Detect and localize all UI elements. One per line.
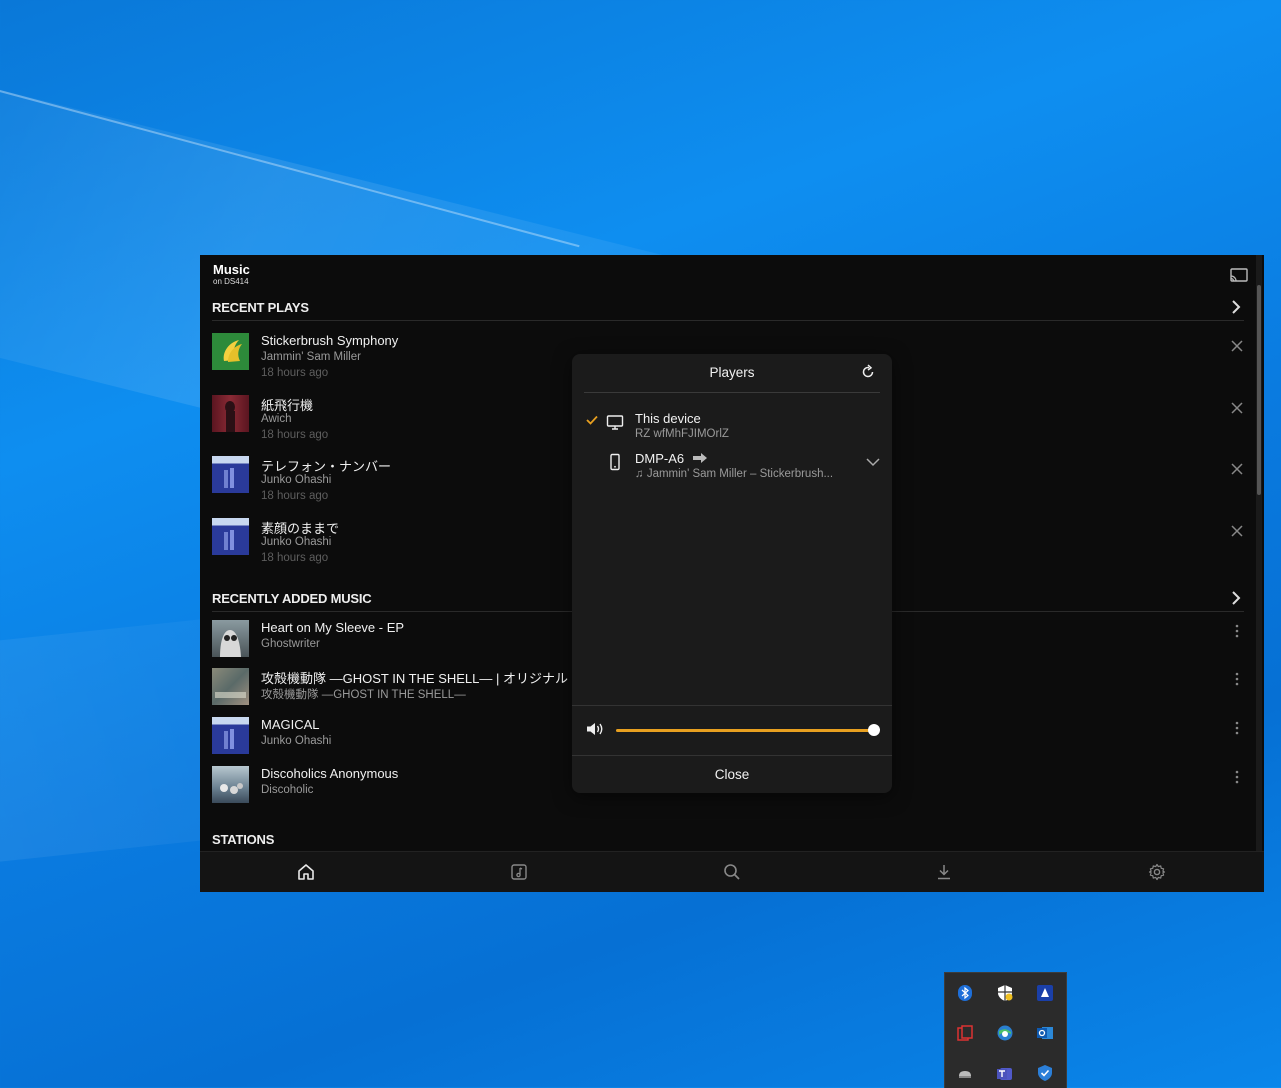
track-title: Stickerbrush Symphony (261, 333, 399, 348)
defender-icon[interactable] (1036, 1064, 1054, 1082)
recently-added-title: RECENTLY ADDED MUSIC (212, 591, 372, 606)
app-subtitle: on DS414 (213, 277, 249, 286)
chevron-right-icon[interactable] (1228, 589, 1244, 607)
album-title: Heart on My Sleeve - EP (261, 620, 405, 635)
track-artist: Jammin' Sam Miller (261, 351, 361, 363)
track-artist: Junko Ohashi (261, 474, 332, 486)
played-time: 18 hours ago (261, 429, 329, 441)
album-artist: Ghostwriter (261, 638, 320, 650)
track-artist: Awich (261, 413, 292, 425)
album-art (212, 518, 249, 555)
stations-header: STATIONS (212, 832, 1244, 853)
track-title: テレフォン・ナンバー (261, 459, 392, 474)
now-playing-text: ♫ Jammin' Sam Miller – Stickerbrush... (635, 468, 834, 480)
device-name-text: DMP-A6 (635, 451, 685, 466)
album-art (212, 717, 249, 754)
device-name: This device (635, 411, 701, 426)
settings-icon[interactable] (1147, 862, 1167, 882)
album-art (212, 395, 249, 432)
device-name: DMP-A6 (635, 451, 708, 466)
album-artist: Junko Ohashi (261, 735, 332, 747)
stations-title: STATIONS (212, 832, 275, 847)
security-shield-icon[interactable] (996, 984, 1014, 1002)
album-title: MAGICAL (261, 717, 320, 732)
network-drive-icon[interactable] (956, 1064, 974, 1082)
chevron-down-icon[interactable] (866, 457, 880, 467)
player-device-this-device[interactable]: This device RZ wfMhFJIMOrlZ (572, 409, 892, 445)
more-options-icon[interactable] (1234, 622, 1240, 640)
close-button[interactable]: Close (572, 767, 892, 782)
album-art (212, 333, 249, 370)
player-device-dmp-a6[interactable]: DMP-A6 ♫ Jammin' Sam Miller – Stickerbru… (572, 449, 892, 485)
recent-plays-header: RECENT PLAYS (212, 300, 1244, 321)
album-art (212, 766, 249, 803)
device-id: RZ wfMhFJIMOrlZ (635, 428, 729, 440)
volume-slider-knob[interactable] (868, 724, 880, 736)
divider (584, 392, 880, 393)
more-options-icon[interactable] (1234, 768, 1240, 786)
bluetooth-icon[interactable] (956, 984, 974, 1002)
album-title: Discoholics Anonymous (261, 766, 399, 781)
chevron-right-icon[interactable] (1228, 298, 1244, 316)
download-icon[interactable] (934, 862, 954, 882)
teams-icon[interactable] (996, 1064, 1014, 1082)
search-icon[interactable] (722, 862, 742, 882)
cast-icon[interactable] (1230, 267, 1248, 283)
divider (572, 705, 892, 706)
album-title: 攻殻機動隊 ―GHOST IN THE SHELL― | オリジナル (261, 671, 568, 686)
monitor-icon (606, 415, 624, 430)
airplay-arrow-icon (692, 453, 707, 463)
album-art (212, 668, 249, 705)
bottom-navigation (200, 851, 1264, 892)
album-artist: 攻殻機動隊 ―GHOST IN THE SHELL― (261, 689, 466, 701)
track-title: 素顔のままで (261, 521, 340, 536)
players-dialog: Players This device RZ wfMhFJIMOrlZ DMP-… (572, 354, 892, 793)
track-artist: Junko Ohashi (261, 536, 332, 548)
app-title: Music (213, 262, 250, 277)
app-header: Music on DS414 (213, 263, 250, 287)
more-options-icon[interactable] (1234, 719, 1240, 737)
recent-plays-title: RECENT PLAYS (212, 300, 309, 315)
checkmark-icon (586, 415, 598, 425)
phone-icon (610, 453, 620, 471)
played-time: 18 hours ago (261, 490, 329, 502)
refresh-icon[interactable] (860, 364, 876, 380)
remove-icon[interactable] (1230, 462, 1244, 476)
app-switch-icon[interactable] (956, 1024, 974, 1042)
scrollbar-thumb[interactable] (1257, 285, 1261, 495)
played-time: 18 hours ago (261, 367, 329, 379)
outlook-icon[interactable] (1036, 1024, 1054, 1042)
album-art (212, 620, 249, 657)
music-note-icon[interactable] (509, 862, 529, 882)
remove-icon[interactable] (1230, 524, 1244, 538)
more-options-icon[interactable] (1234, 670, 1240, 688)
album-art (212, 456, 249, 493)
album-artist: Discoholic (261, 784, 314, 796)
volume-slider-track[interactable] (616, 729, 874, 732)
remove-icon[interactable] (1230, 401, 1244, 415)
remove-icon[interactable] (1230, 339, 1244, 353)
volume-icon[interactable] (585, 721, 605, 737)
system-tray-flyout (944, 972, 1067, 1088)
browser-icon[interactable] (996, 1024, 1014, 1042)
track-title: 紙飛行機 (261, 398, 314, 413)
played-time: 18 hours ago (261, 552, 329, 564)
divider (572, 755, 892, 756)
vpn-icon[interactable] (1036, 984, 1054, 1002)
players-title: Players (709, 365, 755, 380)
home-icon[interactable] (296, 862, 316, 882)
scrollbar[interactable] (1256, 255, 1262, 892)
